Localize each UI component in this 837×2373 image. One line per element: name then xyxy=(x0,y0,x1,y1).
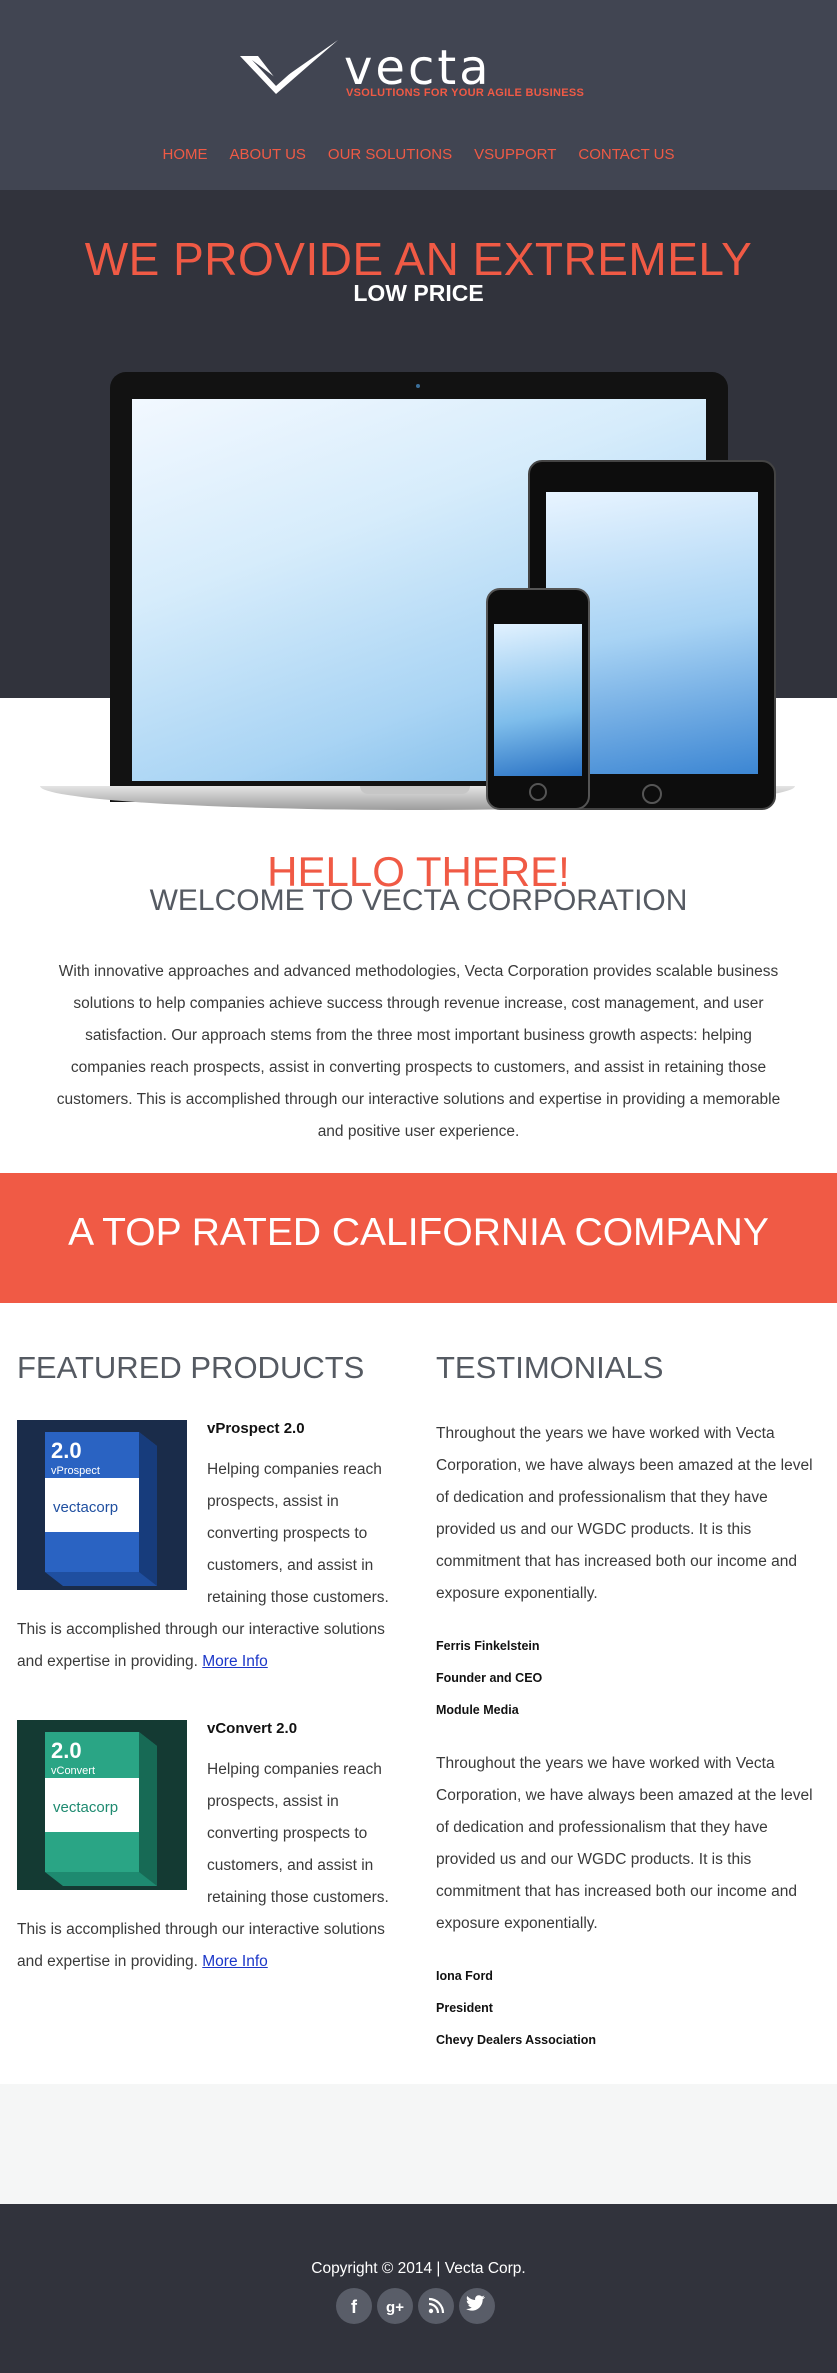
desc-line: converting prospects to xyxy=(207,1825,368,1842)
quote-line: commitment that has increased both our i… xyxy=(436,1883,797,1900)
testimonial-item: Throughout the years we have worked with… xyxy=(436,1418,826,1726)
product-item: 2.0 vConvert vectacorp vConvert 2.0 Help… xyxy=(17,1720,407,2020)
desc-line: This is accomplished through our interac… xyxy=(17,1921,385,1938)
testimonial-quote: Throughout the years we have worked with… xyxy=(436,1748,826,1940)
testimonials-title: TESTIMONIALS xyxy=(436,1350,664,1385)
nav-contact-us[interactable]: CONTACT US xyxy=(578,146,674,163)
desc-line: retaining those customers. xyxy=(207,1589,389,1606)
desc-line: customers, and assist in xyxy=(207,1557,374,1574)
welcome-line: and positive user experience. xyxy=(317,1123,520,1140)
featured-products-title: FEATURED PRODUCTS xyxy=(17,1350,365,1385)
welcome-line: companies reach prospects, assist in con… xyxy=(70,1059,767,1076)
copyright-text: Copyright © 2014 | Vecta Corp. xyxy=(311,2260,526,2277)
main-nav: HOME ABOUT US OUR SOLUTIONS VSUPPORT CON… xyxy=(0,146,837,163)
author-role: Founder and CEO xyxy=(436,1671,543,1685)
hero-title: WE PROVIDE AN EXTREMELY xyxy=(84,233,753,285)
more-info-link[interactable]: More Info xyxy=(202,1953,267,1970)
promo-banner: A TOP RATED CALIFORNIA COMPANY xyxy=(0,1173,837,1303)
laptop-camera xyxy=(416,384,420,388)
svg-text:f: f xyxy=(351,2297,358,2317)
product-description: Helping companies reach prospects, assis… xyxy=(17,1754,407,1978)
nav-vsupport[interactable]: VSUPPORT xyxy=(474,146,556,163)
google-plus-icon[interactable]: g+ xyxy=(377,2288,413,2324)
site-footer: Copyright © 2014 | Vecta Corp. f g+ xyxy=(0,2204,837,2373)
nav-home[interactable]: HOME xyxy=(163,146,208,163)
product-item: 2.0 vProspect vectacorp vProspect 2.0 He… xyxy=(17,1420,407,1720)
author-name: Iona Ford xyxy=(436,1969,493,1983)
desc-line: prospects, assist in xyxy=(207,1493,339,1510)
desc-line: This is accomplished through our interac… xyxy=(17,1621,385,1638)
desc-line: customers, and assist in xyxy=(207,1857,374,1874)
welcome-line: solutions to help companies achieve succ… xyxy=(73,995,764,1012)
quote-line: of dedication and professionalism that t… xyxy=(436,1489,768,1506)
welcome-paragraph: With innovative approaches and advanced … xyxy=(38,956,799,1148)
product-description: Helping companies reach prospects, assis… xyxy=(17,1454,407,1678)
author-company: Module Media xyxy=(436,1703,519,1717)
social-links: f g+ xyxy=(336,2288,500,2324)
twitter-icon[interactable] xyxy=(459,2288,495,2324)
quote-line: Throughout the years we have worked with… xyxy=(436,1755,775,1772)
site-header: vecta VSOLUTIONS FOR YOUR AGILE BUSINESS… xyxy=(0,0,837,190)
desc-line: prospects, assist in xyxy=(207,1793,339,1810)
quote-line: Corporation, we have always been amazed … xyxy=(436,1787,813,1804)
more-info-link[interactable]: More Info xyxy=(202,1653,267,1670)
testimonial-item: Throughout the years we have worked with… xyxy=(436,1748,826,2056)
welcome-line: satisfaction. Our approach stems from th… xyxy=(85,1027,752,1044)
phone-image xyxy=(486,588,590,810)
desc-line: converting prospects to xyxy=(207,1525,368,1542)
quote-line: provided us and our WGDC products. It is… xyxy=(436,1521,752,1538)
laptop-notch xyxy=(360,786,470,794)
quote-line: provided us and our WGDC products. It is… xyxy=(436,1851,752,1868)
author-company: Chevy Dealers Association xyxy=(436,2033,597,2047)
quote-line: Throughout the years we have worked with… xyxy=(436,1425,775,1442)
footer-spacer xyxy=(0,2084,837,2204)
logo-tagline: VSOLUTIONS FOR YOUR AGILE BUSINESS xyxy=(346,87,585,99)
quote-line: of dedication and professionalism that t… xyxy=(436,1819,768,1836)
quote-line: Corporation, we have always been amazed … xyxy=(436,1457,813,1474)
desc-line: retaining those customers. xyxy=(207,1889,389,1906)
desc-line: and expertise in providing. xyxy=(17,1953,198,1970)
banner-text: A TOP RATED CALIFORNIA COMPANY xyxy=(68,1211,769,1254)
rss-icon[interactable] xyxy=(418,2288,454,2324)
welcome-section: HELLO THERE! WELCOME TO VECTA CORPORATIO… xyxy=(0,848,837,1393)
author-name: Ferris Finkelstein xyxy=(436,1639,540,1653)
welcome-line: customers. This is accomplished through … xyxy=(56,1091,781,1108)
vecta-logo-icon xyxy=(240,40,338,94)
testimonial-quote: Throughout the years we have worked with… xyxy=(436,1418,826,1610)
testimonial-author: Iona Ford President Chevy Dealers Associ… xyxy=(436,1960,826,2056)
svg-text:g+: g+ xyxy=(386,2299,404,2316)
testimonial-author: Ferris Finkelstein Founder and CEO Modul… xyxy=(436,1630,826,1726)
quote-line: commitment that has increased both our i… xyxy=(436,1553,797,1570)
author-role: President xyxy=(436,2001,493,2015)
nav-our-solutions[interactable]: OUR SOLUTIONS xyxy=(328,146,452,163)
desc-line: and expertise in providing. xyxy=(17,1653,198,1670)
logo[interactable]: vecta VSOLUTIONS FOR YOUR AGILE BUSINESS xyxy=(238,38,618,108)
welcome-title: WELCOME TO VECTA CORPORATION xyxy=(149,884,688,917)
product-name: vProspect 2.0 xyxy=(207,1420,305,1437)
nav-about-us[interactable]: ABOUT US xyxy=(230,146,306,163)
desc-line: Helping companies reach xyxy=(207,1761,382,1778)
hero-subtitle: LOW PRICE xyxy=(353,280,484,306)
phone-home-button xyxy=(529,783,547,801)
phone-screen xyxy=(494,624,582,776)
quote-line: exposure exponentially. xyxy=(436,1915,598,1932)
facebook-icon[interactable]: f xyxy=(336,2288,372,2324)
quote-line: exposure exponentially. xyxy=(436,1585,598,1602)
product-name: vConvert 2.0 xyxy=(207,1720,298,1737)
welcome-line: With innovative approaches and advanced … xyxy=(58,963,779,980)
tablet-home-button xyxy=(642,784,662,804)
desc-line: Helping companies reach xyxy=(207,1461,382,1478)
